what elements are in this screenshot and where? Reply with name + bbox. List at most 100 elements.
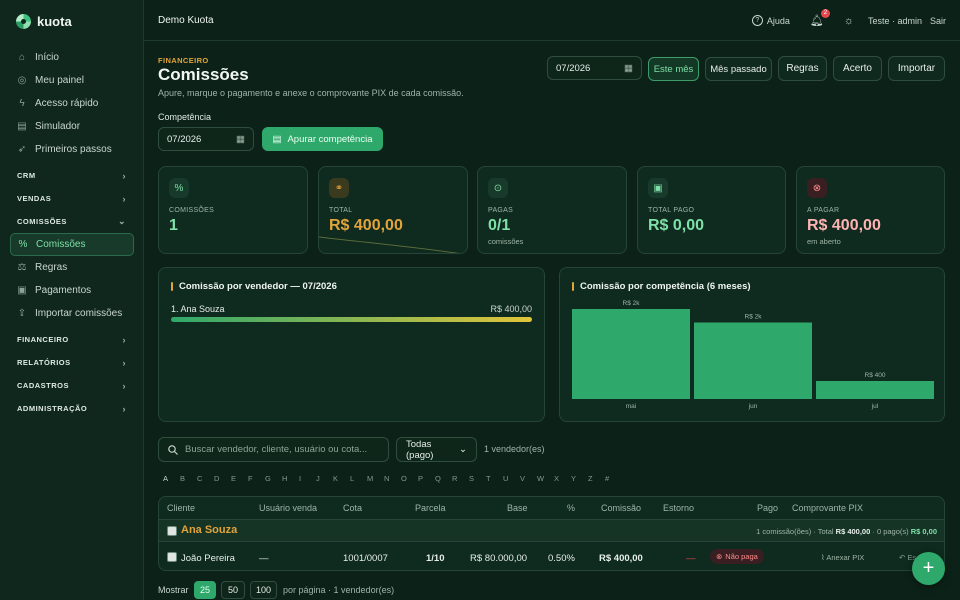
page-size-25[interactable]: 25 [194, 581, 216, 599]
chevron-down-icon: ⌄ [459, 444, 467, 455]
chevron-right-icon: › [122, 334, 126, 345]
col-header-cota[interactable]: Cota [343, 503, 362, 513]
attach-pix-link[interactable]: ⌇ Anexar PIX [821, 553, 864, 562]
kpi-card-a-pagar: ⊗ A PAGAR R$ 400,00 em aberto [796, 166, 945, 254]
sidebar-item-acesso-rapido[interactable]: ϟ Acesso rápido [10, 92, 134, 115]
import-button[interactable]: Importar [888, 56, 945, 81]
alpha-letter-k[interactable]: K [333, 474, 350, 483]
chart-data-label: R$ 2k [745, 314, 763, 321]
alpha-letter-o[interactable]: O [401, 474, 418, 483]
page-title: Comissões [158, 65, 249, 84]
alpha-letter-q[interactable]: Q [435, 474, 452, 483]
x-circle-icon: ⊗ [716, 552, 723, 561]
sidebar-item-comissoes[interactable]: % Comissões [10, 233, 134, 256]
dashboard-icon: ◎ [17, 75, 27, 86]
alpha-letter-a[interactable]: A [163, 474, 180, 483]
alpha-letter-r[interactable]: R [452, 474, 469, 483]
rocket-icon: ➶ [17, 144, 27, 155]
alpha-letter-f[interactable]: F [248, 474, 265, 483]
sidebar-item-inicio[interactable]: ⌂ Início [10, 46, 134, 69]
col-header-pix[interactable]: Comprovante PIX [792, 503, 863, 513]
group-checkbox[interactable] [167, 526, 177, 536]
settle-button[interactable]: Acerto [833, 56, 882, 81]
alpha-letter-x[interactable]: X [554, 474, 571, 483]
chart-bar-jun [694, 322, 812, 399]
brand[interactable]: kuota [16, 14, 72, 29]
alpha-letter-e[interactable]: E [231, 474, 248, 483]
alpha-letter-v[interactable]: V [520, 474, 537, 483]
col-header-pago[interactable]: Pago [757, 503, 778, 513]
col-header-cliente[interactable]: Cliente [167, 503, 195, 513]
month-picker[interactable]: 07/2026 ▦ [547, 56, 642, 80]
alpha-letter-s[interactable]: S [469, 474, 486, 483]
alpha-letter-u[interactable]: U [503, 474, 520, 483]
sidebar-section-crm[interactable]: CRM › [10, 164, 134, 187]
row-checkbox[interactable] [167, 552, 177, 562]
competencia-chart-panel: Comissão por competência (6 meses) R$ 2k… [559, 267, 945, 422]
alpha-letter-g[interactable]: G [265, 474, 282, 483]
page-size-label: Mostrar [158, 585, 189, 595]
chart-bar-mai [572, 309, 690, 399]
col-header-estorno[interactable]: Estorno [663, 503, 694, 513]
sidebar-section-administracao[interactable]: ADMINISTRAÇÃO › [10, 397, 134, 420]
alpha-letter-j[interactable]: J [316, 474, 333, 483]
last-month-button[interactable]: Mês passado [705, 57, 772, 81]
logout-link[interactable]: Sair [930, 16, 946, 26]
competencia-label: Competência [158, 112, 212, 122]
commissions-table: Cliente Usuário venda Cota Parcela Base … [158, 496, 945, 571]
add-button[interactable]: + [912, 552, 945, 585]
sidebar-item-pagamentos[interactable]: ▣ Pagamentos [10, 279, 134, 302]
cell-parcela: 1/10 [426, 553, 445, 564]
alpha-letter-t[interactable]: T [486, 474, 503, 483]
col-header-base[interactable]: Base [507, 503, 528, 513]
sidebar-item-simulador[interactable]: ▤ Simulador [10, 115, 134, 138]
sidebar-item-meu-painel[interactable]: ◎ Meu painel [10, 69, 134, 92]
alphabet-filter: A B C D E F G H I J K L M N O P Q R S T U V W X Y Z # [163, 474, 622, 483]
status-select[interactable]: Todas (pago) ⌄ [396, 437, 477, 462]
alpha-letter-d[interactable]: D [214, 474, 231, 483]
kpi-card-total-pago: ▣ TOTAL PAGO R$ 0,00 [637, 166, 786, 254]
alpha-letter-c[interactable]: C [197, 474, 214, 483]
help-link[interactable]: ? Ajuda [751, 15, 790, 26]
rules-button[interactable]: Regras [778, 56, 827, 81]
page-size-100[interactable]: 100 [250, 581, 277, 599]
sidebar-section-cadastros[interactable]: CADASTROS › [10, 374, 134, 397]
sidebar-section-comissoes[interactable]: COMISSÕES ⌄ [10, 210, 134, 233]
alpha-letter-y[interactable]: Y [571, 474, 588, 483]
kpi-label: A PAGAR [807, 207, 840, 214]
col-header-parcela[interactable]: Parcela [415, 503, 446, 513]
seller-group-row[interactable]: Ana Souza 1 comissão(ões) · Total R$ 400… [159, 519, 944, 542]
sidebar-section-relatorios[interactable]: RELATÓRIOS › [10, 351, 134, 374]
chart-tick-label: jun [748, 403, 758, 410]
col-header-comissao[interactable]: Comissão [601, 503, 641, 513]
search-input[interactable] [185, 444, 375, 455]
seller-bar-track [171, 317, 532, 322]
alpha-letter-i[interactable]: I [299, 474, 316, 483]
sun-icon[interactable]: ☼ [844, 15, 854, 27]
kpi-value: R$ 400,00 [329, 217, 403, 234]
competencia-picker[interactable]: 07/2026 ▦ [158, 127, 254, 151]
alpha-letter-m[interactable]: M [367, 474, 384, 483]
cell-cota: 1001/0007 [343, 553, 388, 564]
col-header-pct[interactable]: % [567, 503, 575, 513]
alpha-letter-hash[interactable]: # [605, 474, 622, 483]
alpha-letter-l[interactable]: L [350, 474, 367, 483]
sidebar-section-vendas[interactable]: VENDAS › [10, 187, 134, 210]
chevron-right-icon: › [122, 380, 126, 391]
alpha-letter-z[interactable]: Z [588, 474, 605, 483]
notifications-button[interactable]: 🔔︎ 2 [810, 9, 830, 27]
sidebar-item-regras[interactable]: ⚖ Regras [10, 256, 134, 279]
sidebar-item-importar-comissoes[interactable]: ⇪ Importar comissões [10, 302, 134, 325]
page-size-50[interactable]: 50 [221, 581, 245, 599]
this-month-button[interactable]: Este mês [648, 57, 699, 81]
alpha-letter-b[interactable]: B [180, 474, 197, 483]
col-header-usuario[interactable]: Usuário venda [259, 503, 317, 513]
sidebar-section-financeiro[interactable]: FINANCEIRO › [10, 328, 134, 351]
sidebar-item-primeiros-passos[interactable]: ➶ Primeiros passos [10, 138, 134, 161]
apurar-competencia-button[interactable]: ▤ Apurar competência [262, 127, 383, 151]
alpha-letter-n[interactable]: N [384, 474, 401, 483]
search-box[interactable] [158, 437, 389, 462]
alpha-letter-w[interactable]: W [537, 474, 554, 483]
alpha-letter-h[interactable]: H [282, 474, 299, 483]
alpha-letter-p[interactable]: P [418, 474, 435, 483]
